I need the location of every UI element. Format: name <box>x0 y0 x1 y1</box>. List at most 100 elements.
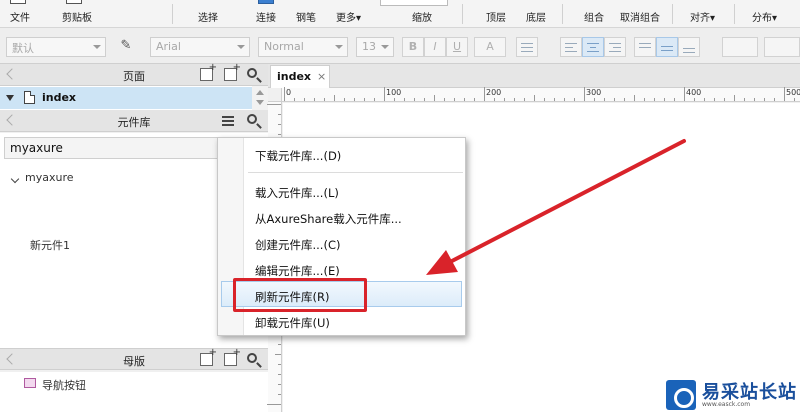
valign-bottom-button[interactable] <box>678 37 700 57</box>
ruler-tick <box>584 87 585 101</box>
align-left-button[interactable] <box>560 37 582 57</box>
expand-icon[interactable] <box>6 95 14 101</box>
format-toolbar: 默认 ✎ Arial Normal 13 B I U A <box>0 28 800 64</box>
master-item[interactable]: 导航按钮 <box>42 377 86 393</box>
ruler-tick <box>724 98 725 101</box>
ruler-tick <box>444 98 445 101</box>
font-size-dropdown[interactable]: 13 <box>356 37 394 57</box>
menu-item-edit-library[interactable]: 编辑元件库...(E) <box>255 263 340 279</box>
pages-list: index <box>0 86 268 110</box>
font-weight-dropdown[interactable]: Normal <box>258 37 348 57</box>
ruler-tick <box>674 98 675 101</box>
ruler-tick <box>524 98 525 101</box>
close-icon[interactable]: × <box>317 70 326 83</box>
ruler-tick <box>764 98 765 101</box>
scroll-down-icon[interactable] <box>256 100 264 105</box>
document-tabs: index × <box>268 64 800 88</box>
ruler-tick <box>744 98 745 101</box>
chevron-down-icon <box>237 45 245 49</box>
ruler-tick <box>278 344 281 345</box>
ribbon-toolbar: 文件 剪贴板 选择 连接 钢笔 更多▾ 缩放 顶层 底层 组合 取消组合 对齐▾… <box>0 0 800 28</box>
ruler-tick <box>278 134 281 135</box>
ruler-tick <box>504 98 505 101</box>
chevron-down-icon <box>381 45 389 49</box>
valign-top-button[interactable] <box>634 37 656 57</box>
library-panel-header: 元件库 <box>0 110 268 132</box>
masters-list: 导航按钮 <box>0 372 268 412</box>
ruler-tick <box>624 98 625 101</box>
style-edit-icon[interactable]: ✎ <box>115 37 137 57</box>
library-widget-item[interactable]: 新元件1 <box>30 237 70 253</box>
ruler-tick <box>654 98 655 101</box>
ruler-tick <box>374 98 375 101</box>
scroll-up-icon[interactable] <box>256 90 264 95</box>
ruler-tick <box>278 394 281 395</box>
search-icon[interactable] <box>247 68 257 78</box>
style-dropdown[interactable]: 默认 <box>6 37 106 57</box>
ruler-tick <box>714 98 715 101</box>
menu-item-create-library[interactable]: 创建元件库...(C) <box>255 237 340 253</box>
tab-index[interactable]: index × <box>270 65 330 88</box>
scrollbar[interactable] <box>252 86 268 110</box>
ruler-corner <box>268 88 282 102</box>
ruler-tick <box>434 95 435 101</box>
ruler-tick <box>534 95 535 101</box>
add-master-icon[interactable] <box>200 347 217 366</box>
font-family-dropdown[interactable]: Arial <box>150 37 250 57</box>
ruler-tick <box>314 98 315 101</box>
italic-button[interactable]: I <box>424 37 446 57</box>
ruler-tick <box>734 95 735 101</box>
add-page-icon[interactable] <box>200 62 217 81</box>
chevron-down-icon[interactable] <box>10 174 20 184</box>
ruler-tick <box>454 98 455 101</box>
bullet-list-button[interactable] <box>516 37 538 57</box>
menu-item-load-library[interactable]: 载入元件库...(L) <box>255 185 339 201</box>
chevron-down-icon <box>335 45 343 49</box>
ruler-tick <box>754 98 755 101</box>
ruler-tick <box>344 98 345 101</box>
divider <box>672 4 673 24</box>
ruler-tick <box>304 98 305 101</box>
page-icon <box>24 91 35 104</box>
ruler-tick <box>278 114 281 115</box>
ruler-tick <box>554 98 555 101</box>
page-item-index[interactable]: index <box>0 87 252 109</box>
underline-button[interactable]: U <box>446 37 468 57</box>
ruler-tick <box>604 98 605 101</box>
search-icon[interactable] <box>247 353 257 363</box>
divider <box>172 4 173 24</box>
border-color-button[interactable] <box>764 37 800 57</box>
ruler-tick <box>278 384 281 385</box>
library-tree-root[interactable]: myaxure <box>25 171 74 184</box>
ruler-tick <box>267 104 281 105</box>
bold-button[interactable]: B <box>402 37 424 57</box>
ruler-tick <box>794 98 795 101</box>
zoom-input[interactable] <box>380 0 448 6</box>
ruler-tick <box>684 87 685 101</box>
ruler-tick <box>394 98 395 101</box>
valign-middle-button[interactable] <box>656 37 678 57</box>
library-dropdown[interactable]: myaxure <box>4 137 244 159</box>
ruler-tick <box>278 124 281 125</box>
ruler-tick <box>414 98 415 101</box>
ruler-tick <box>278 364 281 365</box>
menu-item-unload-library[interactable]: 卸载元件库(U) <box>255 315 330 331</box>
ruler-tick <box>614 98 615 101</box>
master-icon <box>24 378 36 388</box>
text-color-button[interactable]: A <box>474 37 506 57</box>
align-center-button[interactable] <box>582 37 604 57</box>
add-folder-icon[interactable] <box>224 62 241 81</box>
clipboard-icon <box>66 0 82 4</box>
ruler-tick <box>284 87 285 101</box>
menu-item-download-library[interactable]: 下载元件库...(D) <box>255 148 341 164</box>
ruler-tick <box>574 98 575 101</box>
fill-color-button[interactable] <box>722 37 758 57</box>
ruler-tick <box>784 87 785 101</box>
menu-item-load-from-axureshare[interactable]: 从AxureShare载入元件库... <box>255 211 402 227</box>
connect-icon <box>258 0 274 4</box>
menu-icon[interactable] <box>222 116 234 126</box>
add-folder-icon[interactable] <box>224 347 241 366</box>
ruler-tick <box>267 404 281 405</box>
search-icon[interactable] <box>247 114 257 124</box>
align-right-button[interactable] <box>604 37 626 57</box>
